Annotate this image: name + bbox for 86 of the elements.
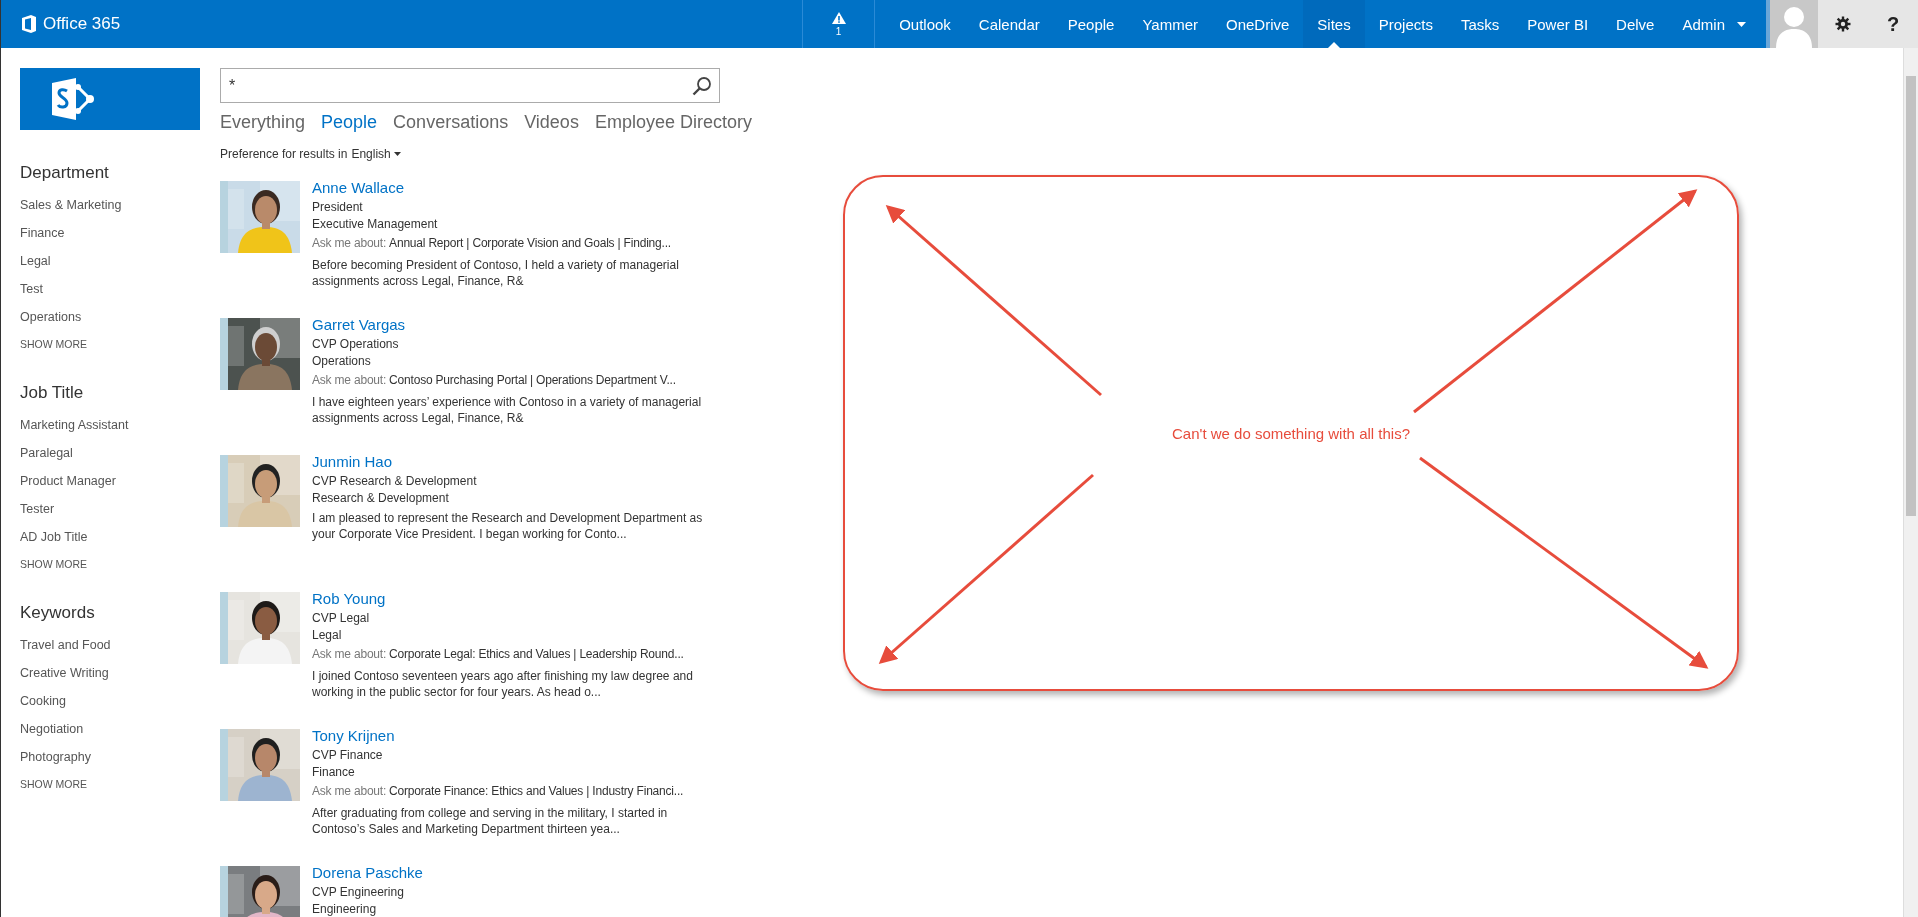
- refiner-link[interactable]: Paralegal: [20, 444, 73, 472]
- search-tab[interactable]: People: [321, 112, 378, 133]
- ask-me-about-topics: Annual Report | Corporate Vision and Goals | Finding...: [389, 235, 671, 252]
- search-field[interactable]: *: [220, 68, 720, 103]
- caret-icon: [393, 152, 401, 156]
- ask-me-about-label: Ask me about:: [312, 235, 387, 252]
- show-more-link[interactable]: SHOW MORE: [20, 778, 88, 790]
- search-icon[interactable]: [692, 76, 712, 96]
- refiner-link[interactable]: Operations: [20, 308, 82, 336]
- ask-me-about-label: Ask me about:: [312, 372, 387, 389]
- refiner-link[interactable]: Finance: [20, 224, 65, 252]
- nav-link[interactable]: People: [1053, 0, 1129, 48]
- refiner-link[interactable]: AD Job Title: [20, 528, 88, 556]
- person-name-link[interactable]: Tony Krijnen: [312, 727, 395, 744]
- search-tab[interactable]: Videos: [524, 112, 579, 133]
- nav-link[interactable]: Projects: [1364, 0, 1447, 48]
- refiner-link[interactable]: Creative Writing: [20, 664, 109, 692]
- ask-me-about-topics: Corporate Finance: Ethics and Values | Industry Financi...: [389, 783, 684, 800]
- nav-link[interactable]: OneDrive: [1212, 0, 1304, 48]
- selected-indicator: [1328, 42, 1341, 48]
- nav-link[interactable]: Calendar: [964, 0, 1054, 48]
- refiner-link[interactable]: Legal: [20, 252, 51, 280]
- settings-icon: [1835, 16, 1851, 32]
- department-text: Engineering: [312, 901, 377, 917]
- person-name-link[interactable]: Dorena Paschke: [312, 864, 423, 881]
- nav-link[interactable]: Sites: [1303, 0, 1365, 48]
- annotation-text: Can't we do something with all this?: [1172, 424, 1410, 442]
- job-title: CVP Research & Development: [312, 473, 477, 490]
- notification-count: 1: [835, 25, 842, 37]
- job-title: CVP Operations: [312, 336, 399, 353]
- nav-link[interactable]: Power BI: [1513, 0, 1603, 48]
- department-text: Executive Management: [312, 216, 438, 233]
- refiner-link[interactable]: Photography: [20, 748, 91, 776]
- department-text: Legal: [312, 627, 342, 644]
- language-dropdown[interactable]: English: [351, 147, 401, 161]
- job-title: CVP Legal: [312, 610, 370, 627]
- person-name-link[interactable]: Anne Wallace: [312, 179, 404, 196]
- ask-me-about-topics: Contoso Purchasing Portal | Operations Department V...: [389, 372, 676, 389]
- department-text: Finance: [312, 764, 355, 781]
- bio-text: I have eighteen years’ experience with Contoso in a variety of managerial assignments across Legal, Finance, R&: [312, 394, 703, 426]
- job-title: CVP Engineering: [312, 884, 404, 901]
- preference-label: Preference for results in: [220, 147, 348, 161]
- person-name-link[interactable]: Rob Young: [312, 590, 386, 607]
- notification-button[interactable]: 1: [802, 0, 876, 48]
- search-tab[interactable]: Everything: [220, 112, 306, 133]
- nav-link[interactable]: Tasks: [1446, 0, 1514, 48]
- department-text: Research & Development: [312, 490, 449, 507]
- nav-link[interactable]: Outlook: [885, 0, 965, 48]
- show-more-link[interactable]: SHOW MORE: [20, 338, 88, 350]
- refiner-heading: Keywords: [20, 603, 95, 623]
- refiner-link[interactable]: Sales & Marketing: [20, 196, 122, 224]
- help-button[interactable]: ?: [1868, 0, 1918, 48]
- refiner-link[interactable]: Product Manager: [20, 472, 116, 500]
- job-title: CVP Finance: [312, 747, 383, 764]
- bio-text: I am pleased to represent the Research and Development Department as your Corporate Vice President. I began working for Conto...: [312, 510, 704, 542]
- refiner-link[interactable]: Cooking: [20, 692, 66, 720]
- ask-me-about-topics: Corporate Legal: Ethics and Values | Leadership Round...: [389, 646, 684, 663]
- scrollbar[interactable]: [1903, 48, 1918, 917]
- office-icon: [21, 14, 37, 34]
- nav-link[interactable]: Yammer: [1128, 0, 1212, 48]
- job-title: President: [312, 199, 363, 216]
- department-text: Operations: [312, 353, 371, 370]
- person-name-link[interactable]: Junmin Hao: [312, 453, 393, 470]
- refiner-heading: Department: [20, 163, 109, 183]
- bio-text: I joined Contoso seventeen years ago after finishing my law degree and working in the public sector for four years. As head o...: [312, 668, 694, 700]
- ask-me-about-label: Ask me about:: [312, 783, 387, 800]
- refiner-link[interactable]: Marketing Assistant: [20, 416, 129, 444]
- brand-name: Office 365: [43, 14, 121, 34]
- nav-link[interactable]: Delve: [1602, 0, 1669, 48]
- bio-text: After graduating from college and serving in the military, I started in Contoso’s Sales and Marketing Department thirteen yea...: [312, 805, 669, 837]
- show-more-link[interactable]: SHOW MORE: [20, 558, 88, 570]
- search-tab[interactable]: Conversations: [393, 112, 509, 133]
- ask-me-about-label: Ask me about:: [312, 646, 387, 663]
- warning-icon: [831, 11, 846, 24]
- person-name-link[interactable]: Garret Vargas: [312, 316, 406, 333]
- nav-link[interactable]: Admin: [1668, 0, 1760, 48]
- bio-text: Before becoming President of Contoso, I held a variety of managerial assignments across Legal, Finance, R&: [312, 257, 680, 289]
- refiner-link[interactable]: Tester: [20, 500, 55, 528]
- refiner-heading: Job Title: [20, 383, 84, 403]
- office-logo[interactable]: Office 365: [1, 0, 121, 48]
- refiner-link[interactable]: Test: [20, 280, 43, 308]
- refiner-link[interactable]: Travel and Food: [20, 636, 111, 664]
- search-tab[interactable]: Employee Directory: [594, 112, 752, 133]
- refiner-link[interactable]: Negotiation: [20, 720, 84, 748]
- site-logo[interactable]: [20, 68, 200, 130]
- settings-button[interactable]: [1818, 0, 1868, 48]
